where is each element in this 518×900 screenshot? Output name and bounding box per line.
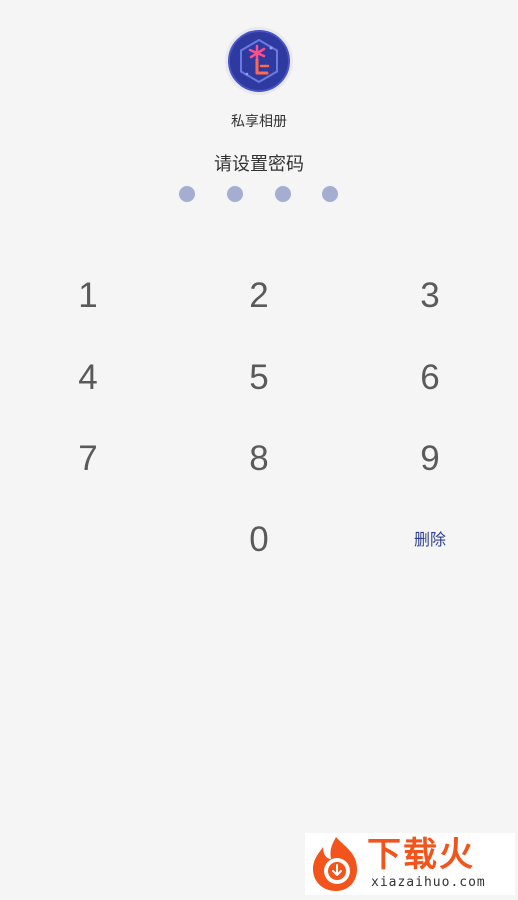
key-9[interactable]: 9 xyxy=(370,424,490,494)
passcode-dot-3 xyxy=(275,186,291,202)
watermark-url: xiazaihuo.com xyxy=(371,875,486,890)
set-password-prompt: 请设置密码 xyxy=(214,154,304,175)
watermark-badge: 下载火 xiazaihuo.com xyxy=(305,833,515,895)
key-1[interactable]: 1 xyxy=(28,261,148,331)
passcode-indicator xyxy=(179,186,339,202)
passcode-dot-1 xyxy=(179,186,195,202)
app-logo-icon xyxy=(225,27,293,95)
watermark-title: 下载火 xyxy=(367,835,475,875)
key-2[interactable]: 2 xyxy=(199,261,319,331)
key-7[interactable]: 7 xyxy=(28,424,148,494)
key-4[interactable]: 4 xyxy=(28,343,148,413)
delete-button[interactable]: 删除 xyxy=(370,518,490,558)
key-5[interactable]: 5 xyxy=(199,343,319,413)
key-8[interactable]: 8 xyxy=(199,424,319,494)
app-name: 私享相册 xyxy=(231,114,287,130)
passcode-dot-2 xyxy=(227,186,243,202)
passcode-dot-4 xyxy=(322,186,338,202)
key-6[interactable]: 6 xyxy=(370,343,490,413)
key-3[interactable]: 3 xyxy=(370,261,490,331)
key-0[interactable]: 0 xyxy=(199,505,319,575)
flame-logo-icon xyxy=(313,837,357,891)
